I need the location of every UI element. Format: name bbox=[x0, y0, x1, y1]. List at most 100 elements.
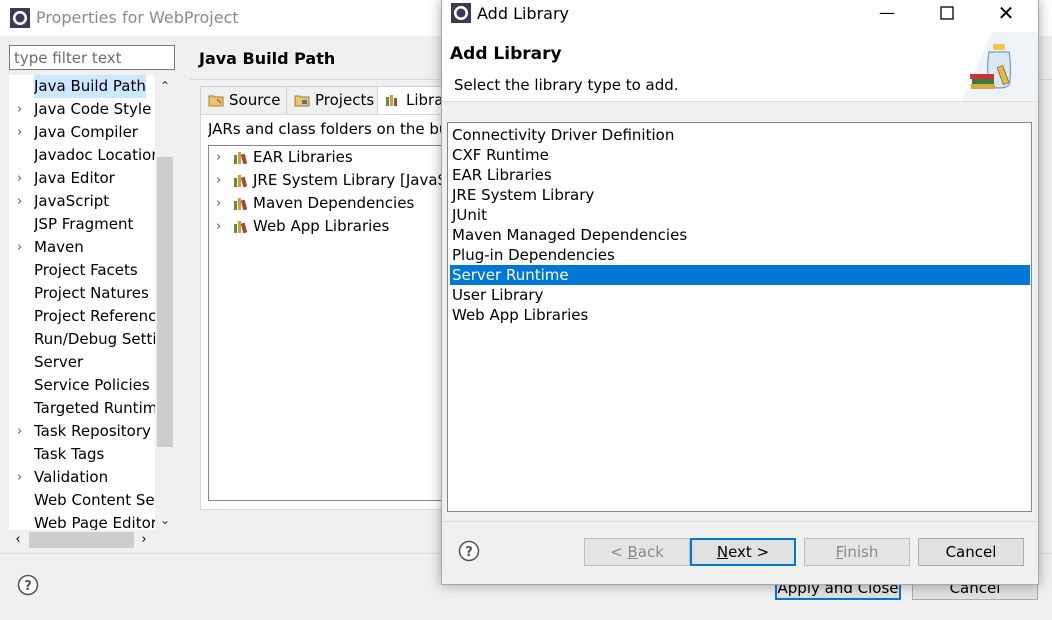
nav-tree-item[interactable]: Web Page Editor bbox=[9, 512, 159, 530]
nav-tree-item[interactable]: › Validation bbox=[9, 466, 159, 489]
nav-tree-item[interactable]: › Maven bbox=[9, 236, 159, 259]
nav-tree-item[interactable]: JSP Fragment bbox=[9, 213, 159, 236]
next-button-suffix: ext > bbox=[728, 543, 770, 561]
nav-tree-item-label: Java Build Path bbox=[34, 75, 146, 98]
expand-chevron-icon[interactable]: › bbox=[17, 121, 29, 144]
library-jar-icon bbox=[962, 32, 1038, 100]
finish-button-suffix: inish bbox=[843, 543, 879, 561]
preference-nav-tree: Java Build Path › Java Code Style › Java Com… bbox=[9, 75, 175, 530]
nav-tree-item-label: Task Tags bbox=[34, 445, 105, 463]
expand-chevron-icon[interactable]: › bbox=[17, 236, 29, 259]
nav-tree-item-label: Java Compiler bbox=[34, 123, 138, 141]
dialog-message: Select the library type to add. bbox=[454, 76, 679, 94]
nav-tree-item[interactable]: Targeted Runtimes bbox=[9, 397, 159, 420]
nav-tree-item-label: JavaScript bbox=[34, 192, 110, 210]
nav-tree-item[interactable]: Project Facets bbox=[9, 259, 159, 282]
finish-button[interactable]: Finish bbox=[804, 538, 910, 566]
nav-tree-item-label: Project Natures bbox=[34, 284, 149, 302]
nav-tree-item-label: Java Code Style bbox=[34, 100, 152, 118]
next-button-mnemonic: N bbox=[716, 543, 729, 561]
libraries-description: JARs and class folders on the build path… bbox=[208, 120, 448, 138]
library-type-item[interactable]: User Library bbox=[450, 285, 1030, 305]
library-type-item[interactable]: JUnit bbox=[450, 205, 1030, 225]
maximize-icon[interactable] bbox=[932, 0, 962, 28]
close-icon[interactable]: ✕ bbox=[990, 0, 1022, 28]
nav-tree-item-label: Java Editor bbox=[34, 169, 115, 187]
scroll-right-icon[interactable]: › bbox=[135, 530, 153, 550]
nav-tree-item-label: Project References bbox=[34, 307, 159, 325]
nav-tree-item-label: Web Page Editor bbox=[34, 514, 157, 530]
back-button-suffix: ack bbox=[637, 543, 664, 561]
nav-tree-item[interactable]: Service Policies bbox=[9, 374, 159, 397]
expand-chevron-icon[interactable]: › bbox=[17, 98, 29, 121]
expand-chevron-icon[interactable]: › bbox=[17, 190, 29, 213]
nav-tree-item-label: Run/Debug Settings bbox=[34, 330, 159, 348]
nav-tree-item-label: Targeted Runtimes bbox=[34, 399, 159, 417]
nav-tree-item[interactable]: Web Content Settings bbox=[9, 489, 159, 512]
expand-chevron-icon[interactable]: › bbox=[17, 466, 29, 489]
nav-tree-item[interactable]: › Task Repository bbox=[9, 420, 159, 443]
nav-tree-item[interactable]: › Java Code Style bbox=[9, 98, 159, 121]
page-title: Java Build Path bbox=[199, 49, 336, 68]
scroll-left-icon[interactable]: ‹ bbox=[9, 530, 27, 550]
nav-tree-item[interactable]: Project References bbox=[9, 305, 159, 328]
library-type-item[interactable]: Plug-in Dependencies bbox=[450, 245, 1030, 265]
back-button[interactable]: < Back bbox=[584, 538, 690, 566]
minimize-icon[interactable]: — bbox=[872, 0, 902, 28]
library-tree-label: JRE System Library [JavaSE-1.8] bbox=[253, 171, 448, 189]
nav-tree-item[interactable]: Project Natures bbox=[9, 282, 159, 305]
expand-chevron-icon[interactable]: › bbox=[216, 169, 221, 192]
build-path-tabs: Source Projects Libraries bbox=[200, 86, 471, 114]
nav-tree-item[interactable]: › JavaScript bbox=[9, 190, 159, 213]
library-icon bbox=[234, 198, 248, 210]
dialog-title: Add Library bbox=[477, 4, 570, 23]
nav-tree-item[interactable]: Task Tags bbox=[9, 443, 159, 466]
tab-projects[interactable]: Projects bbox=[286, 86, 378, 114]
help-icon[interactable]: ? bbox=[458, 540, 480, 562]
help-icon[interactable]: ? bbox=[17, 574, 39, 596]
nav-tree-item-label: Task Repository bbox=[34, 422, 151, 440]
nav-tree-item[interactable]: › Java Editor bbox=[9, 167, 159, 190]
library-type-item[interactable]: Server Runtime bbox=[450, 265, 1030, 285]
source-folder-icon bbox=[208, 95, 224, 107]
libraries-icon bbox=[386, 95, 397, 106]
nav-tree-item-label: JSP Fragment bbox=[34, 215, 134, 233]
library-icon bbox=[234, 221, 248, 233]
nav-tree-item[interactable]: Run/Debug Settings bbox=[9, 328, 159, 351]
library-type-item[interactable]: Connectivity Driver Definition bbox=[450, 125, 1030, 145]
expand-chevron-icon[interactable]: › bbox=[216, 215, 221, 238]
library-type-item[interactable]: JRE System Library bbox=[450, 185, 1030, 205]
nav-tree-item-label: Server bbox=[34, 353, 84, 371]
type-filter-input[interactable] bbox=[9, 45, 175, 70]
next-button[interactable]: Next > bbox=[690, 538, 796, 566]
expand-chevron-icon[interactable]: › bbox=[17, 420, 29, 443]
expand-chevron-icon[interactable]: › bbox=[216, 146, 221, 169]
back-button-mnemonic: B bbox=[627, 543, 638, 561]
nav-tree-item[interactable]: Server bbox=[9, 351, 159, 374]
eclipse-app-icon bbox=[451, 3, 471, 23]
projects-icon bbox=[294, 95, 310, 107]
nav-tree-item[interactable]: Java Build Path bbox=[9, 75, 159, 98]
library-tree-label: Maven Dependencies bbox=[253, 194, 415, 212]
tab-source-label: Source bbox=[229, 91, 281, 109]
nav-scroll-thumb[interactable] bbox=[157, 157, 173, 447]
svg-text:?: ? bbox=[465, 545, 473, 560]
nav-hscroll-thumb[interactable] bbox=[29, 532, 134, 548]
cancel-button[interactable]: Cancel bbox=[918, 538, 1024, 566]
nav-tree-item[interactable]: Javadoc Location bbox=[9, 144, 159, 167]
nav-tree-item[interactable]: › Java Compiler bbox=[9, 121, 159, 144]
library-type-list: Connectivity Driver Definition CXF Runtim… bbox=[447, 122, 1032, 512]
tab-source[interactable]: Source bbox=[200, 86, 287, 114]
library-type-item[interactable]: Maven Managed Dependencies bbox=[450, 225, 1030, 245]
scroll-down-icon[interactable]: ⌄ bbox=[155, 512, 175, 528]
scroll-up-icon[interactable]: ⌃ bbox=[155, 78, 175, 94]
nav-tree-item-label: Javadoc Location bbox=[34, 146, 159, 164]
library-type-item[interactable]: Web App Libraries bbox=[450, 305, 1030, 325]
dialog-heading: Add Library bbox=[450, 44, 562, 64]
expand-chevron-icon[interactable]: › bbox=[17, 167, 29, 190]
nav-tree-item-label: Maven bbox=[34, 238, 84, 256]
library-type-item[interactable]: EAR Libraries bbox=[450, 165, 1030, 185]
expand-chevron-icon[interactable]: › bbox=[216, 192, 221, 215]
tab-projects-label: Projects bbox=[315, 91, 375, 109]
library-type-item[interactable]: CXF Runtime bbox=[450, 145, 1030, 165]
